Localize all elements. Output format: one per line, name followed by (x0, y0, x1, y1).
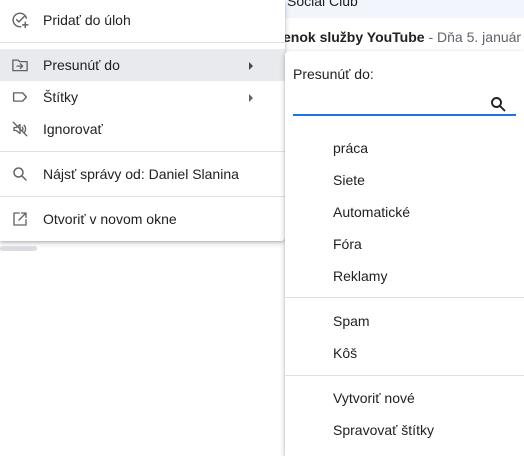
folder-item-spam[interactable]: Spam (285, 308, 524, 336)
menu-item-label: Presunúť do (43, 57, 120, 73)
manage-labels-button[interactable]: Spravovať štítky (285, 417, 524, 445)
horizontal-scrollbar[interactable] (0, 246, 37, 251)
folder-item-fora[interactable]: Fóra (285, 231, 524, 259)
menu-divider (0, 151, 285, 152)
menu-item-add-to-tasks[interactable]: Pridať do úloh (0, 4, 285, 36)
submenu-divider (285, 375, 524, 376)
move-to-submenu: Presunúť do: práca Siete Automatické Fór… (285, 51, 524, 456)
email-row[interactable]: enok služby YouTube - Dňa 5. január (283, 29, 524, 51)
label-search-input[interactable] (293, 92, 516, 116)
action-label: Vytvoriť nové (333, 390, 415, 406)
folder-label: práca (333, 140, 369, 156)
move-to-icon (11, 56, 29, 74)
folder-label: Siete (333, 172, 365, 188)
email-snippet: Dňa 5. január (437, 29, 522, 45)
create-new-label-button[interactable]: Vytvoriť nové (285, 385, 524, 413)
menu-item-move-to[interactable]: Presunúť do (0, 49, 285, 81)
email-sender: Social Club (287, 0, 358, 9)
action-label: Spravovať štítky (333, 422, 434, 438)
folder-item-reklamy[interactable]: Reklamy (285, 263, 524, 291)
folder-item-automaticke[interactable]: Automatické (285, 199, 524, 227)
menu-item-open-new-window[interactable]: Otvoriť v novom okne (0, 203, 285, 235)
menu-item-label: Štítky (43, 89, 79, 105)
mute-icon (11, 120, 29, 138)
chevron-right-icon (247, 91, 255, 103)
email-row-partial[interactable]: Social Club (285, 0, 524, 18)
folder-item-kos[interactable]: Kôš (285, 340, 524, 368)
folder-label: Kôš (333, 345, 358, 361)
email-separator: - (424, 29, 438, 45)
submenu-heading: Presunúť do: (293, 66, 374, 82)
menu-item-label: Otvoriť v novom okne (43, 211, 177, 227)
chevron-right-icon (247, 59, 255, 71)
menu-item-label: Nájsť správy od: Daniel Slanina (43, 166, 239, 182)
folder-label: Fóra (333, 236, 362, 252)
email-context-menu: Pridať do úloh Presunúť do Štítky Ignoro… (0, 0, 285, 241)
label-icon (11, 88, 29, 106)
search-icon (490, 96, 506, 112)
menu-item-mute[interactable]: Ignorovať (0, 113, 285, 145)
menu-item-find-emails-from[interactable]: Nájsť správy od: Daniel Slanina (0, 158, 285, 190)
folder-item-siete[interactable]: Siete (285, 167, 524, 195)
search-icon (11, 165, 29, 183)
folder-item-praca[interactable]: práca (285, 135, 524, 163)
folder-label: Automatické (333, 204, 411, 220)
menu-divider (0, 196, 285, 197)
submenu-divider (285, 297, 524, 298)
menu-divider (0, 42, 285, 43)
folder-label: Spam (333, 313, 370, 329)
menu-item-labels[interactable]: Štítky (0, 81, 285, 113)
email-subject: enok služby YouTube (283, 29, 425, 45)
menu-item-label: Ignorovať (43, 121, 103, 137)
add-task-icon (11, 11, 29, 29)
open-in-new-icon (11, 210, 29, 228)
folder-label: Reklamy (333, 268, 388, 284)
menu-item-label: Pridať do úloh (43, 12, 131, 28)
